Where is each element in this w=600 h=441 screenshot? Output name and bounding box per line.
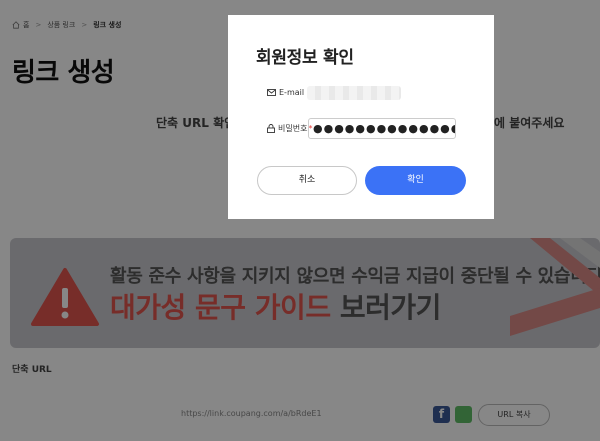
confirm-button[interactable]: 확인 xyxy=(365,166,466,195)
member-verify-dialog: 회원정보 확인 E-mail 비밀번호 * ●●●●●●●●●●●●●●●● 취… xyxy=(228,15,494,219)
dialog-title: 회원정보 확인 xyxy=(256,48,354,68)
email-label: E-mail xyxy=(279,88,305,97)
password-row: 비밀번호 * xyxy=(267,123,312,134)
password-label: 비밀번호 xyxy=(278,124,308,133)
lock-icon xyxy=(267,124,275,133)
email-row: E-mail xyxy=(267,88,304,97)
email-value-masked xyxy=(307,86,401,100)
mail-icon xyxy=(267,89,276,96)
cancel-button[interactable]: 취소 xyxy=(257,166,357,195)
password-field[interactable]: ●●●●●●●●●●●●●●●● xyxy=(308,118,456,139)
